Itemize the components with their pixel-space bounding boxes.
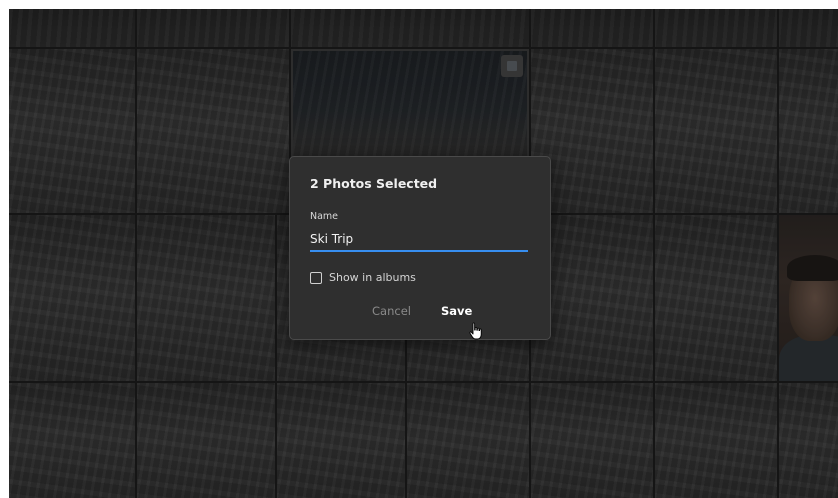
save-button[interactable]: Save <box>441 304 472 318</box>
name-input[interactable] <box>310 228 528 252</box>
dialog-title: 2 Photos Selected <box>310 176 438 191</box>
create-album-dialog: 2 Photos Selected Name Show in albums Ca… <box>289 156 551 340</box>
show-in-albums-label: Show in albums <box>329 271 416 284</box>
name-field-label: Name <box>310 211 339 222</box>
cancel-button[interactable]: Cancel <box>372 304 411 318</box>
hand-cursor-icon <box>469 322 482 340</box>
show-in-albums-checkbox[interactable] <box>310 271 322 284</box>
show-in-albums-option[interactable]: Show in albums <box>310 271 416 284</box>
